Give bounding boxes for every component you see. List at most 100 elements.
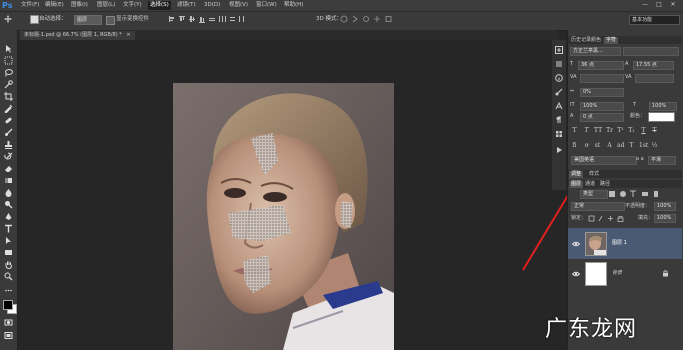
font-family-field[interactable]: 方正兰亭黑... xyxy=(570,47,621,56)
layer-1-visibility-eye-icon[interactable] xyxy=(571,240,581,248)
lock-icons[interactable] xyxy=(588,215,628,222)
more-tools-icon[interactable] xyxy=(4,286,13,295)
antialias-dropdown[interactable]: 平滑 xyxy=(648,156,676,165)
horizontal-scale-field[interactable]: 100% xyxy=(649,102,677,111)
vertical-scale-field[interactable]: 100% xyxy=(580,102,624,111)
titling-alternates-button[interactable]: T xyxy=(628,142,635,149)
eraser-tool-icon[interactable] xyxy=(4,164,13,173)
text-color-swatch[interactable] xyxy=(648,112,675,122)
marquee-tool-icon[interactable] xyxy=(4,56,13,65)
gradient-tool-icon[interactable] xyxy=(4,176,13,185)
tab-color[interactable]: 颜色 xyxy=(589,37,603,44)
kerning-field[interactable] xyxy=(580,74,624,83)
brush-tool-icon[interactable] xyxy=(4,128,13,137)
move-tool-icon[interactable] xyxy=(4,44,13,53)
close-window-button[interactable]: ✕ xyxy=(668,1,678,9)
leading-field[interactable]: 17.55 点 xyxy=(633,61,674,70)
tab-adjustments[interactable]: 调整 xyxy=(569,171,584,178)
properties-panel-icon[interactable] xyxy=(555,60,563,68)
paragraph-panel-icon[interactable] xyxy=(555,116,563,124)
small-caps-button[interactable]: Tr xyxy=(606,127,613,134)
document-canvas-photo[interactable] xyxy=(173,83,394,350)
foreground-color-swatch[interactable] xyxy=(3,300,13,310)
shape-tool-icon[interactable] xyxy=(4,248,13,257)
quick-selection-tool-icon[interactable] xyxy=(4,80,13,89)
tab-character[interactable]: 字符 xyxy=(604,37,619,44)
zoom-tool-icon[interactable] xyxy=(4,272,13,281)
swash-button[interactable]: A xyxy=(606,142,613,149)
eyedropper-tool-icon[interactable] xyxy=(4,104,13,113)
tab-channels[interactable]: 通道 xyxy=(583,181,597,188)
3d-mode-icons[interactable] xyxy=(340,15,400,23)
screen-mode-icon[interactable] xyxy=(4,331,13,340)
superscript-button[interactable]: T¹ xyxy=(617,127,624,134)
document-tab[interactable]: 未标题-1.psd @ 66.7% (图层 1, RGB/8) * × xyxy=(20,31,135,40)
tab-paths[interactable]: 路径 xyxy=(598,181,612,188)
strikethrough-button[interactable]: T xyxy=(651,127,658,134)
tab-styles[interactable]: 样式 xyxy=(587,171,601,178)
stylistic-alternates-button[interactable]: ad xyxy=(617,142,624,149)
pen-tool-icon[interactable] xyxy=(4,212,13,221)
subscript-button[interactable]: T₁ xyxy=(628,127,635,134)
healing-brush-tool-icon[interactable] xyxy=(4,116,13,125)
menu-help[interactable]: 帮助(H) xyxy=(282,1,305,10)
menu-layer[interactable]: 图层(L) xyxy=(95,1,117,10)
font-size-field[interactable]: 36 点 xyxy=(578,61,624,70)
menu-window[interactable]: 窗口(W) xyxy=(254,1,279,10)
menu-select[interactable]: 选择(S) xyxy=(148,1,171,10)
type-tool-icon[interactable] xyxy=(4,224,13,233)
move-tool-preset-icon[interactable] xyxy=(4,15,12,23)
auto-select-checkbox[interactable] xyxy=(30,15,39,24)
workspace-dropdown[interactable]: 基本功能 xyxy=(629,15,680,25)
all-caps-button[interactable]: TT xyxy=(594,127,602,134)
auto-select-dropdown[interactable]: 图层 xyxy=(74,15,102,25)
background-visibility-eye-icon[interactable] xyxy=(571,270,581,278)
faux-bold-button[interactable]: T xyxy=(571,127,578,134)
tracking-field[interactable] xyxy=(635,74,674,83)
brush-panel-icon[interactable] xyxy=(555,88,563,96)
crop-tool-icon[interactable] xyxy=(4,92,13,101)
menu-view[interactable]: 视图(V) xyxy=(227,1,250,10)
layer-filter-icons[interactable] xyxy=(608,190,668,198)
ligatures-button[interactable]: fi xyxy=(571,142,578,149)
underline-button[interactable]: T xyxy=(640,127,647,134)
close-document-icon[interactable]: × xyxy=(126,32,130,38)
show-transform-checkbox[interactable] xyxy=(106,16,115,25)
language-dropdown[interactable]: 美国英语 xyxy=(571,156,637,165)
blend-mode-dropdown[interactable]: 正常 xyxy=(571,202,625,211)
clone-stamp-tool-icon[interactable] xyxy=(4,140,13,149)
menu-type[interactable]: 文字(Y) xyxy=(121,1,144,10)
maximize-button[interactable]: □ xyxy=(654,1,664,9)
history-brush-tool-icon[interactable] xyxy=(4,152,13,161)
path-selection-tool-icon[interactable] xyxy=(4,236,13,245)
menu-filter[interactable]: 滤镜(T) xyxy=(175,1,198,10)
actions-panel-icon[interactable] xyxy=(555,146,563,154)
baseline-shift-field[interactable]: 0 点 xyxy=(580,113,624,122)
font-style-field[interactable] xyxy=(623,47,679,56)
fill-field[interactable]: 100% xyxy=(654,214,676,223)
info-panel-icon[interactable] xyxy=(555,74,563,82)
menu-image[interactable]: 图像(I) xyxy=(69,1,90,10)
tab-layers[interactable]: 图层 xyxy=(569,181,584,188)
minimize-button[interactable]: — xyxy=(640,1,650,9)
faux-italic-button[interactable]: T xyxy=(583,127,590,134)
discretionary-ligatures-button[interactable]: st xyxy=(594,142,601,149)
layer-filter-dropdown[interactable]: 类型 xyxy=(580,190,608,199)
hand-tool-icon[interactable] xyxy=(4,260,13,269)
blur-tool-icon[interactable] xyxy=(4,188,13,197)
opacity-field[interactable]: 100% xyxy=(654,202,676,211)
swatches-panel-icon[interactable] xyxy=(555,130,563,138)
quick-mask-icon[interactable] xyxy=(4,318,13,327)
tsume-field[interactable]: 0% xyxy=(580,88,624,97)
lasso-tool-icon[interactable] xyxy=(4,68,13,77)
background-layer-name[interactable]: 背景 xyxy=(612,270,622,277)
character-panel-icon[interactable] xyxy=(555,102,563,110)
fractions-button[interactable]: ½ xyxy=(651,142,658,149)
dodge-tool-icon[interactable] xyxy=(4,200,13,209)
layer-1-name[interactable]: 图层 1 xyxy=(612,240,627,247)
ordinals-button[interactable]: 1st xyxy=(639,142,648,149)
contextual-alternates-button[interactable]: ơ xyxy=(583,142,590,149)
menu-edit[interactable]: 编辑(E) xyxy=(43,1,66,10)
menu-3d[interactable]: 3D(D) xyxy=(202,1,222,10)
menu-file[interactable]: 文件(F) xyxy=(19,1,41,10)
